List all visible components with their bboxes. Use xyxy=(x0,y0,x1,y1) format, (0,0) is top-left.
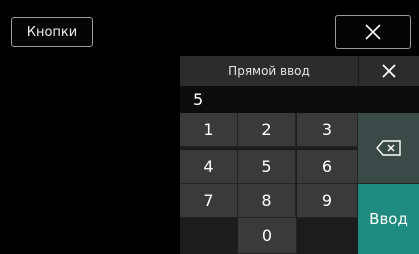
backspace-icon xyxy=(375,140,401,156)
key-9[interactable]: 9 xyxy=(297,184,358,218)
input-value: 5 xyxy=(193,90,204,109)
backspace-button[interactable] xyxy=(358,113,419,184)
buttons-button-label: Кнопки xyxy=(26,24,78,40)
key-8[interactable]: 8 xyxy=(238,184,296,218)
panel-close-button[interactable] xyxy=(358,56,419,86)
key-1[interactable]: 1 xyxy=(180,113,238,147)
key-blank-right xyxy=(297,218,358,254)
key-0[interactable]: 0 xyxy=(238,218,297,254)
close-icon xyxy=(382,64,396,78)
key-6[interactable]: 6 xyxy=(297,150,358,184)
key-4[interactable]: 4 xyxy=(180,150,238,184)
close-icon xyxy=(365,24,381,40)
buttons-button[interactable]: Кнопки xyxy=(11,17,93,47)
key-7[interactable]: 7 xyxy=(180,184,238,218)
input-field[interactable]: 5 xyxy=(180,86,419,113)
enter-button[interactable]: Ввод xyxy=(358,184,419,254)
close-button[interactable] xyxy=(335,15,411,49)
direct-input-panel: Прямой ввод 5 1 2 3 4 5 6 7 8 9 0 Ввод xyxy=(180,56,419,254)
key-2[interactable]: 2 xyxy=(238,113,296,147)
key-5[interactable]: 5 xyxy=(238,150,296,184)
key-3[interactable]: 3 xyxy=(297,113,358,147)
key-blank-left xyxy=(180,218,238,254)
screen: Кнопки Прямой ввод 5 1 2 3 4 5 6 7 8 9 0… xyxy=(0,0,419,254)
panel-header: Прямой ввод xyxy=(180,56,419,86)
panel-title: Прямой ввод xyxy=(228,64,310,78)
